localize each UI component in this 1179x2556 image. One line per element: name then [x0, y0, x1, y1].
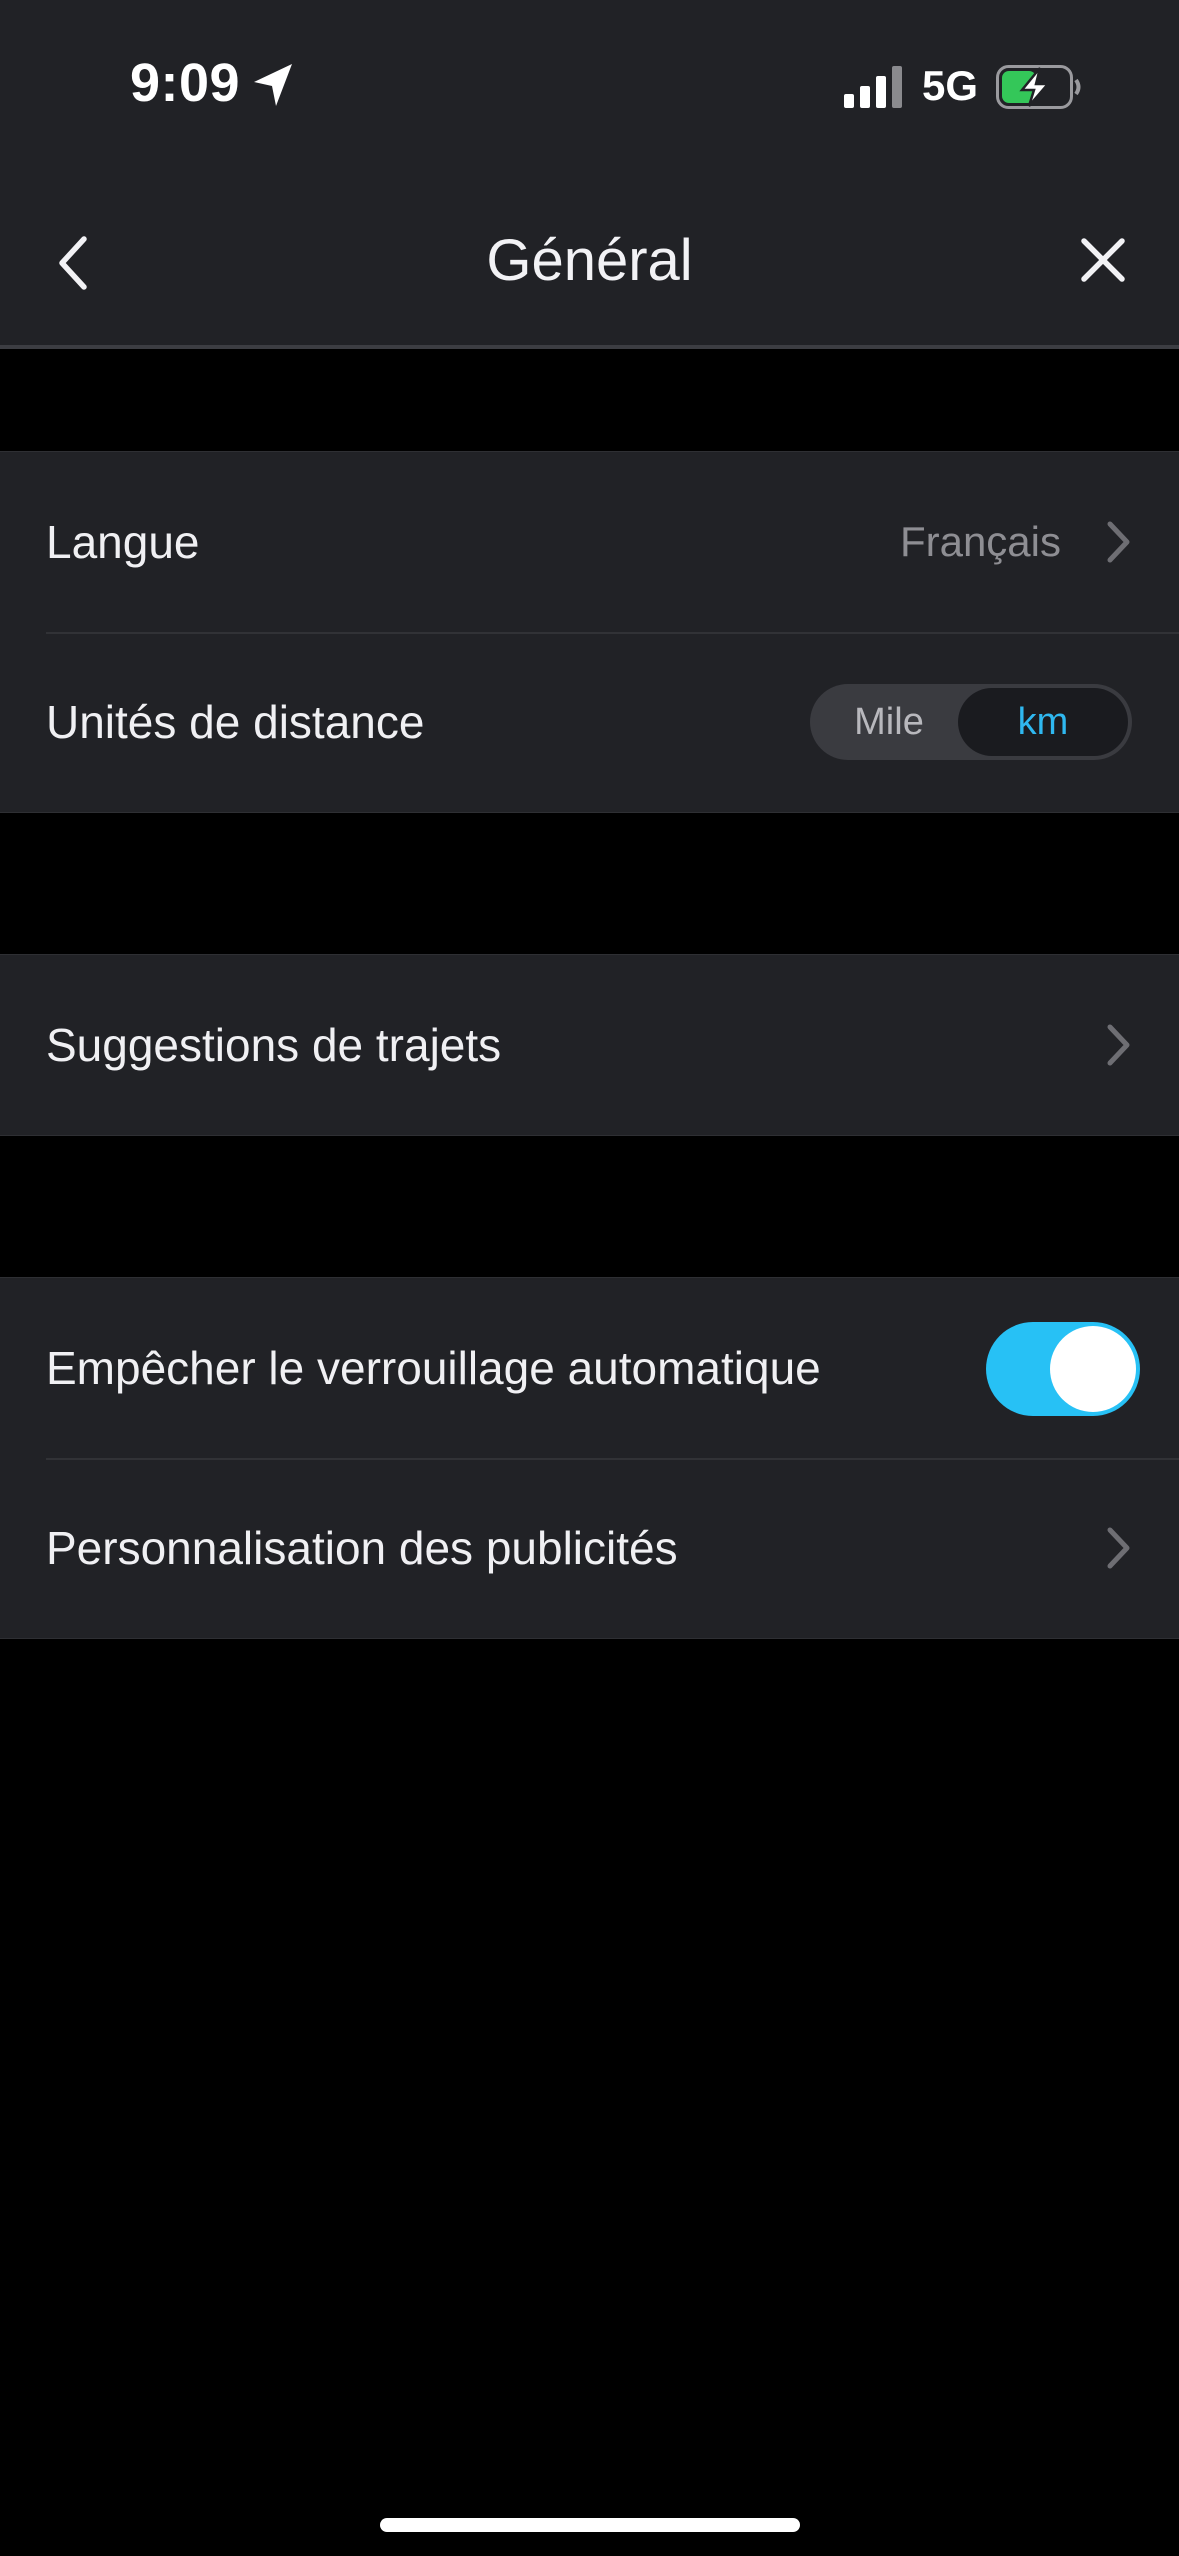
- distance-units-label: Unités de distance: [46, 696, 425, 748]
- ad-personalization-label: Personnalisation des publicités: [46, 1522, 678, 1574]
- cellular-signal-icon: [844, 66, 902, 108]
- status-bar: 9:09 5G: [0, 0, 1179, 175]
- network-type: 5G: [922, 62, 979, 109]
- page-title: Général: [486, 228, 693, 293]
- location-arrow-icon: [254, 64, 292, 106]
- home-indicator[interactable]: [380, 2518, 800, 2532]
- close-icon[interactable]: [1078, 235, 1128, 285]
- prevent-auto-lock-row: Empêcher le verrouillage automatique: [0, 1278, 1179, 1458]
- toggle-knob: [1050, 1326, 1136, 1412]
- chevron-right-icon: [1107, 1024, 1130, 1066]
- segment-km[interactable]: km: [958, 688, 1128, 756]
- language-label: Langue: [46, 516, 200, 568]
- settings-group-language-units: Langue Français Unités de distance Mile …: [0, 451, 1179, 813]
- prevent-auto-lock-label: Empêcher le verrouillage automatique: [46, 1342, 821, 1394]
- trip-suggestions-label: Suggestions de trajets: [46, 1019, 502, 1071]
- header-divider: [0, 345, 1179, 349]
- status-time: 9:09: [130, 53, 241, 113]
- trip-suggestions-row[interactable]: Suggestions de trajets: [0, 955, 1179, 1135]
- settings-group-trip-suggestions: Suggestions de trajets: [0, 954, 1179, 1136]
- language-value: Français: [899, 518, 1061, 565]
- distance-units-segmented-control[interactable]: Mile km: [810, 684, 1132, 760]
- distance-units-row: Unités de distance Mile km: [0, 632, 1179, 812]
- navigation-bar: Général: [0, 175, 1179, 345]
- prevent-auto-lock-toggle[interactable]: [986, 1322, 1140, 1416]
- segment-mile[interactable]: Mile: [814, 688, 964, 756]
- ad-personalization-row[interactable]: Personnalisation des publicités: [0, 1458, 1179, 1638]
- language-row[interactable]: Langue Français: [0, 452, 1179, 632]
- battery-charging-icon: [996, 65, 1081, 109]
- chevron-right-icon: [1107, 521, 1130, 563]
- chevron-right-icon: [1107, 1527, 1130, 1569]
- settings-group-lock-ads: Empêcher le verrouillage automatique Per…: [0, 1277, 1179, 1639]
